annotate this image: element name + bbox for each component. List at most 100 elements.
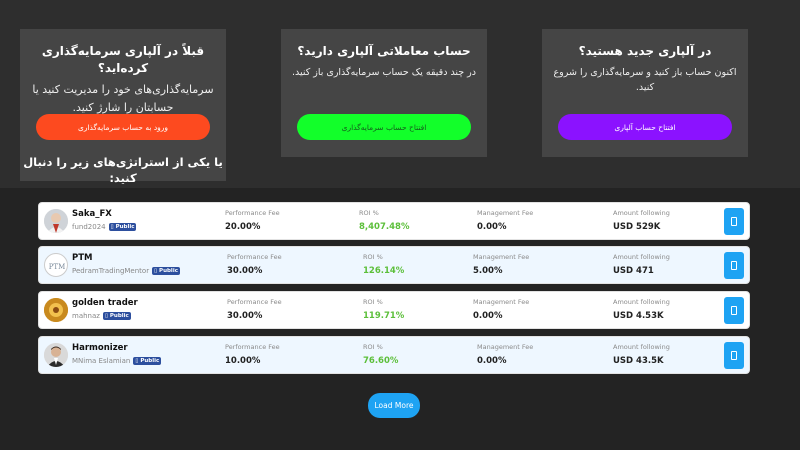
stat-label: Amount following: [613, 343, 670, 351]
stat-value: 10.00%: [225, 356, 261, 366]
load-more-button[interactable]: Load More: [368, 393, 420, 418]
stat-label: Amount following: [613, 253, 670, 261]
avatar: [44, 298, 68, 322]
login-investment-account-button[interactable]: ورود به حساب سرمایه‌گذاری: [36, 114, 210, 140]
roi-stat: ROI % 119.71%: [363, 298, 404, 321]
trader-name[interactable]: PTM: [72, 253, 93, 263]
amount-following-stat: Amount following USD 471: [613, 253, 670, 276]
open-alpari-account-button[interactable]: افتتاح حساب آلپاری: [558, 114, 732, 140]
public-badge-label: Public: [140, 358, 160, 364]
stat-value: USD 471: [613, 266, 654, 276]
strategy-row[interactable]: PTM PTM PedramTradingMentor ▯ Public Perf…: [38, 246, 750, 284]
stat-value: 0.00%: [473, 311, 503, 321]
stat-label: Performance Fee: [227, 298, 282, 306]
promo-section: در آلپاری جدید هستید؟ اکنون حساب باز کنی…: [0, 0, 800, 188]
card-title: حساب معاملاتی آلپاری دارید؟: [297, 44, 471, 58]
roi-stat: ROI % 8,407.48%: [359, 209, 409, 232]
public-badge: ▯ Public: [152, 267, 180, 275]
stat-value: 126.14%: [363, 266, 405, 276]
public-badge-label: Public: [159, 268, 178, 274]
stat-value: 8,407.48%: [359, 222, 410, 232]
public-badge: ▯ Public: [133, 357, 162, 365]
copy-strategy-button[interactable]: [724, 342, 744, 369]
public-badge: ▯ Public: [102, 312, 131, 320]
trader-username: MNima Eslamian ▯ Public: [72, 357, 162, 365]
username-text: mahnaz: [72, 312, 100, 320]
avatar: [44, 209, 68, 233]
stat-label: Performance Fee: [225, 209, 280, 217]
trader-username: mahnaz ▯ Public: [72, 312, 131, 320]
management-fee-stat: Management Fee 0.00%: [477, 209, 533, 232]
stat-value: 30.00%: [227, 266, 263, 276]
amount-following-stat: Amount following USD 4.53K: [613, 298, 670, 321]
performance-fee-stat: Performance Fee 30.00%: [227, 298, 282, 321]
mobile-icon: [731, 261, 737, 270]
username-text: fund2024: [72, 223, 106, 231]
stat-value: USD 529K: [613, 222, 661, 232]
trader-name[interactable]: Harmonizer: [72, 343, 128, 353]
management-fee-stat: Management Fee 5.00%: [473, 253, 529, 276]
stat-label: Management Fee: [477, 209, 534, 217]
stat-value: 76.60%: [363, 356, 399, 366]
performance-fee-stat: Performance Fee 30.00%: [227, 253, 282, 276]
username-text: PedramTradingMentor: [72, 267, 150, 275]
stat-label: Performance Fee: [227, 253, 282, 261]
stat-value: 5.00%: [473, 266, 503, 276]
stat-value: USD 4.53K: [613, 311, 664, 321]
amount-following-stat: Amount following USD 529K: [613, 209, 670, 232]
trader-name[interactable]: golden trader: [72, 298, 138, 308]
card-description: اکنون حساب باز کنید و سرمایه‌گذاری را شر…: [553, 67, 737, 93]
strategy-row[interactable]: golden trader mahnaz ▯ Public Performance…: [38, 291, 750, 329]
stat-value: 30.00%: [227, 311, 263, 321]
have-trading-account-card: حساب معاملاتی آلپاری دارید؟ در چند دقیقه…: [281, 29, 487, 157]
performance-fee-stat: Performance Fee 10.00%: [225, 343, 280, 366]
stat-label: Amount following: [613, 209, 670, 217]
trader-username: PedramTradingMentor ▯ Public: [72, 267, 180, 275]
stat-label: Management Fee: [477, 343, 534, 351]
public-badge-label: Public: [115, 224, 135, 230]
avatar: [44, 343, 68, 367]
trader-name[interactable]: Saka_FX: [72, 209, 112, 219]
open-investment-account-button[interactable]: افتتاح حساب سرمایه‌گذاری: [297, 114, 471, 140]
follow-strategy-prompt: یا یکی از استراتژی‌های زیر را دنبال کنید…: [23, 155, 223, 185]
card-description: در چند دقیقه یک حساب سرمایه‌گذاری باز کن…: [291, 67, 477, 78]
stat-value: 0.00%: [477, 222, 507, 232]
card-title: در آلپاری جدید هستید؟: [578, 44, 712, 58]
stat-value: 20.00%: [225, 222, 261, 232]
stat-value: 0.00%: [477, 356, 507, 366]
copy-strategy-button[interactable]: [724, 208, 744, 235]
avatar: PTM: [44, 253, 68, 277]
copy-strategy-button[interactable]: [724, 252, 744, 279]
stat-value: USD 43.5K: [613, 356, 664, 366]
avatar-text: PTM: [49, 263, 66, 271]
public-badge: ▯ Public: [108, 223, 137, 231]
stat-label: ROI %: [363, 298, 383, 306]
stat-label: ROI %: [363, 343, 383, 351]
username-text: MNima Eslamian: [72, 357, 131, 365]
stat-label: Performance Fee: [225, 343, 280, 351]
management-fee-stat: Management Fee 0.00%: [477, 343, 533, 366]
copy-strategy-button[interactable]: [724, 297, 744, 324]
stat-label: ROI %: [363, 253, 383, 261]
strategy-row[interactable]: Harmonizer MNima Eslamian ▯ Public Perfor…: [38, 336, 750, 374]
card-title: قبلاً در آلپاری سرمایه‌گذاری کرده‌اید؟: [41, 44, 205, 75]
roi-stat: ROI % 126.14%: [363, 253, 404, 276]
performance-fee-stat: Performance Fee 20.00%: [225, 209, 280, 232]
strategy-row[interactable]: Saka_FX fund2024 ▯ Public Performance Fee…: [38, 202, 750, 240]
new-to-alpari-card: در آلپاری جدید هستید؟ اکنون حساب باز کنی…: [542, 29, 748, 157]
mobile-icon: [731, 351, 737, 360]
stat-value: 119.71%: [363, 311, 405, 321]
stat-label: Amount following: [613, 298, 670, 306]
stat-label: Management Fee: [473, 253, 530, 261]
stat-label: ROI %: [359, 209, 379, 217]
card-description: سرمایه‌گذاری‌های خود را مدیریت کنید یا ح…: [32, 83, 214, 114]
management-fee-stat: Management Fee 0.00%: [473, 298, 529, 321]
mobile-icon: [731, 217, 737, 226]
already-invested-card: قبلاً در آلپاری سرمایه‌گذاری کرده‌اید؟ س…: [20, 29, 226, 185]
mobile-icon: [731, 306, 737, 315]
stat-label: Management Fee: [473, 298, 530, 306]
roi-stat: ROI % 76.60%: [363, 343, 398, 366]
amount-following-stat: Amount following USD 43.5K: [613, 343, 670, 366]
public-badge-label: Public: [109, 313, 129, 319]
trader-username: fund2024 ▯ Public: [72, 223, 137, 231]
